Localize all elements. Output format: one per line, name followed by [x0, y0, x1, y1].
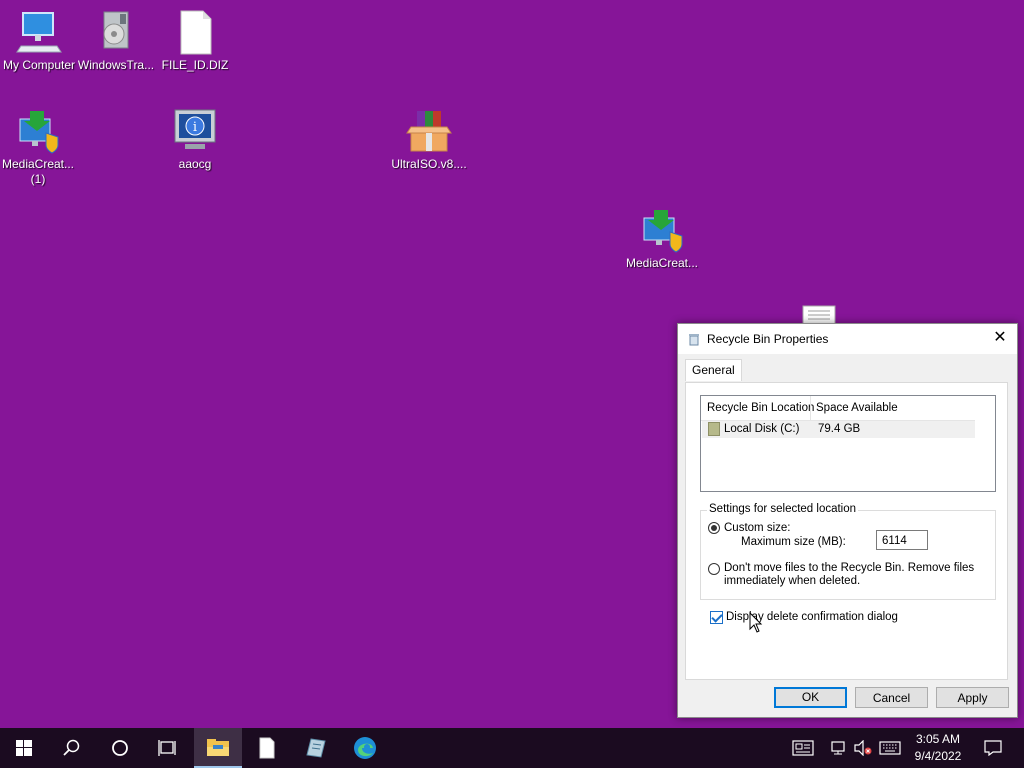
cortana-button[interactable]: [96, 728, 144, 768]
notifications-button[interactable]: [978, 728, 1008, 768]
list-header: Recycle Bin Location Space Available: [701, 396, 975, 421]
desktop-icon-label-line2: (1): [30, 172, 46, 186]
space-cell: 79.4 GB: [818, 423, 861, 435]
taskbar-edge[interactable]: [341, 728, 389, 768]
column-header-space[interactable]: Space Available: [816, 402, 898, 414]
recycle-bin-properties-dialog: Recycle Bin Properties ✕ General Recycle…: [677, 323, 1018, 718]
custom-size-label: Custom size:: [724, 522, 791, 534]
keyboard-icon: [879, 741, 901, 755]
taskbar-notepad[interactable]: [243, 728, 291, 768]
settings-group-label: Settings for selected location: [707, 503, 859, 515]
clock-date: 9/4/2022: [914, 749, 962, 763]
general-panel: Recycle Bin Location Space Available Loc…: [685, 382, 1008, 680]
taskbar-file-explorer[interactable]: [194, 728, 242, 768]
folder-icon: [207, 739, 229, 756]
task-view-button[interactable]: [144, 728, 192, 768]
settings-group: Settings for selected location Custom si…: [700, 503, 996, 600]
start-button[interactable]: [0, 728, 48, 768]
tab-general[interactable]: General: [685, 359, 742, 381]
taskbar-app[interactable]: [292, 728, 340, 768]
desktop-icon-aaocg[interactable]: i aaocg: [155, 107, 235, 172]
computer-icon: [15, 8, 63, 56]
installer-icon: [92, 8, 140, 56]
location-cell: Local Disk (C:): [724, 423, 800, 435]
news-icon: [792, 740, 814, 756]
edge-browser-icon: [354, 737, 376, 759]
blank-document-icon: [259, 737, 275, 759]
recycle-bin-icon: [688, 333, 700, 346]
desktop-icon-my-computer[interactable]: My Computer: [0, 8, 79, 73]
news-widget-button[interactable]: [788, 728, 818, 768]
notification-icon: [984, 740, 1002, 756]
search-button[interactable]: [48, 728, 96, 768]
file-icon: [171, 8, 219, 56]
search-icon: [63, 739, 80, 756]
location-list[interactable]: Recycle Bin Location Space Available Loc…: [700, 395, 996, 492]
network-icon: [831, 741, 845, 755]
media-creation-tool-icon: [14, 107, 62, 155]
desktop-icon-label: MediaCreat...: [1, 157, 75, 171]
desktop-icon-label: WindowsTra...: [77, 58, 155, 72]
confirm-delete-checkbox[interactable]: [710, 611, 723, 624]
dont-move-files-radio[interactable]: [708, 563, 720, 575]
desktop-icon-label: UltraISO.v8....: [391, 157, 467, 171]
network-tray-button[interactable]: [828, 728, 850, 768]
column-divider: [810, 396, 811, 420]
list-item[interactable]: Local Disk (C:) 79.4 GB: [702, 421, 975, 438]
notebook-app-icon: [306, 738, 326, 758]
column-header-location[interactable]: Recycle Bin Location: [707, 402, 814, 414]
disk-icon: [708, 422, 720, 436]
max-size-input[interactable]: 6114: [876, 530, 928, 550]
custom-size-radio[interactable]: [708, 522, 720, 534]
rar-archive-icon: [405, 107, 453, 155]
cortana-circle-icon: [112, 740, 128, 756]
max-size-label: Maximum size (MB):: [741, 536, 846, 548]
close-button[interactable]: ✕: [983, 324, 1017, 354]
desktop-icon-label: FILE_ID.DIZ: [161, 58, 229, 72]
dont-move-label-line2: immediately when deleted.: [724, 575, 861, 587]
keyboard-tray-button[interactable]: [877, 728, 903, 768]
desktop-icon-label: aaocg: [178, 157, 212, 171]
desktop-icon-file-id[interactable]: FILE_ID.DIZ: [155, 8, 235, 73]
dont-move-label-line1: Don't move files to the Recycle Bin. Rem…: [724, 562, 975, 574]
taskbar: 3:05 AM 9/4/2022: [0, 728, 1024, 768]
volume-tray-button[interactable]: [852, 728, 874, 768]
mouse-pointer-icon: [749, 611, 763, 637]
task-view-icon: [158, 740, 176, 756]
dialog-titlebar[interactable]: Recycle Bin Properties ✕: [678, 324, 1017, 354]
desktop-icon-label: MediaCreat...: [625, 256, 699, 270]
desktop-icon-mediacreation-1[interactable]: MediaCreat... (1): [0, 107, 78, 187]
media-creation-tool-icon: [638, 206, 686, 254]
ok-button[interactable]: OK: [774, 687, 847, 708]
desktop-icon-ultraiso[interactable]: UltraISO.v8....: [389, 107, 469, 172]
windows-logo-icon: [16, 740, 32, 756]
volume-muted-icon: [854, 740, 872, 756]
taskbar-clock[interactable]: 3:05 AM 9/4/2022: [904, 731, 972, 765]
desktop-icon-mediacreation[interactable]: MediaCreat...: [622, 206, 702, 271]
svg-text:i: i: [193, 120, 197, 135]
info-monitor-icon: i: [171, 107, 219, 155]
apply-button[interactable]: Apply: [936, 687, 1009, 708]
dialog-title: Recycle Bin Properties: [707, 332, 829, 346]
clock-time: 3:05 AM: [915, 732, 961, 746]
desktop-icon-label: My Computer: [2, 58, 76, 72]
desktop-icon-windowstra[interactable]: WindowsTra...: [76, 8, 156, 73]
cancel-button[interactable]: Cancel: [855, 687, 928, 708]
